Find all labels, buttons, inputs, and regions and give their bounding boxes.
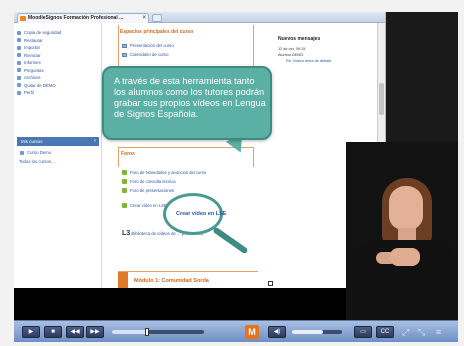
news-link: Re: Nuevo tema de debate xyxy=(286,59,332,63)
player-logo-icon: M xyxy=(245,325,259,339)
news-author: Alumno DEMO xyxy=(278,53,304,57)
module-header: Módulo 1: Comunidad Sorda xyxy=(118,271,258,288)
stop-button[interactable]: ■ xyxy=(44,326,62,338)
resource-icon xyxy=(122,52,127,57)
reset-icon xyxy=(17,53,21,58)
browser-tab-bar: MoodleSignos Formación Profesional ... × xyxy=(14,12,385,23)
nav-item: Perfil xyxy=(14,89,101,97)
magnified-link-label: Crear vídeo en LSE xyxy=(176,211,227,217)
all-courses-link: Todos los cursos ... xyxy=(19,159,56,164)
volume-slider[interactable] xyxy=(292,330,342,334)
nav-item: Preguntas xyxy=(14,67,101,75)
my-courses-header: Mis cursos ‹ xyxy=(17,137,99,146)
tab-close-icon: × xyxy=(142,15,146,21)
module-title: Módulo 1: Comunidad Sorda xyxy=(134,278,209,284)
nav-item: Quitar de DEMO xyxy=(14,82,101,90)
seek-thumb[interactable] xyxy=(144,328,149,336)
backup-icon xyxy=(17,30,21,35)
seek-progress xyxy=(112,330,147,334)
video-frame[interactable]: MoodleSignos Formación Profesional ... ×… xyxy=(14,12,458,320)
resource-link: Calendario de curso xyxy=(122,52,168,57)
nav-item: Copia de seguridad xyxy=(14,29,101,37)
course-demo-link: Curso Demo xyxy=(17,149,51,157)
callout-text: A través de esta herramienta tanto los a… xyxy=(114,76,266,119)
files-icon xyxy=(17,75,21,80)
recorded-browser-window: MoodleSignos Formación Profesional ... ×… xyxy=(14,12,386,288)
screen-mode-button[interactable]: ▭ xyxy=(354,326,372,338)
forum-icon xyxy=(122,188,127,194)
nav-item: Reiniciar xyxy=(14,52,101,60)
reports-icon xyxy=(17,60,21,65)
menu-icon[interactable]: ≡ xyxy=(436,327,441,337)
forum-link: Foro de presentaciones xyxy=(122,188,174,194)
forum-link: Crear vídeo en LSE xyxy=(122,203,167,209)
left-admin-block: Copia de seguridad Restaurar Importar Re… xyxy=(14,23,102,288)
news-title: Nuevos mensajes xyxy=(278,36,321,42)
volume-button[interactable]: ◀) xyxy=(268,326,286,338)
resource-link: Presentación del curso xyxy=(122,43,174,48)
moodle-favicon-icon xyxy=(20,16,26,21)
unenrol-icon xyxy=(17,83,21,88)
forum-link: Foro de consulta técnica xyxy=(122,179,176,185)
fast-forward-button[interactable]: ▶▶ xyxy=(86,326,104,338)
profile-icon xyxy=(17,90,21,95)
nav-item: Archivos xyxy=(14,74,101,82)
video-icon xyxy=(122,203,127,209)
video-player-page: MoodleSignos Formación Profesional ... ×… xyxy=(0,0,464,346)
closed-captions-button[interactable]: CC xyxy=(376,326,394,338)
restore-icon xyxy=(17,38,21,43)
rewind-button[interactable]: ◀◀ xyxy=(66,326,84,338)
browser-tab: MoodleSignos Formación Profesional ... × xyxy=(17,13,149,23)
forums-title: Foros xyxy=(121,151,135,157)
course-icon xyxy=(20,150,24,155)
questions-icon xyxy=(17,68,21,73)
new-tab-icon xyxy=(152,14,162,22)
interpreter-face xyxy=(389,186,423,230)
forum-icon xyxy=(122,170,127,176)
forum-icon xyxy=(122,179,127,185)
resource-icon xyxy=(122,43,127,48)
interpreter-hand xyxy=(390,248,420,266)
import-icon xyxy=(17,45,21,50)
player-control-bar: ▶ ■ ◀◀ ▶▶ M ◀) ▭ CC ⤢ ⤡ ≡ xyxy=(14,320,458,342)
tooltip-callout: A través de esta herramienta tanto los a… xyxy=(102,66,272,140)
sign-language-interpreter xyxy=(346,142,458,320)
play-button[interactable]: ▶ xyxy=(22,326,40,338)
seek-bar[interactable] xyxy=(112,328,204,336)
browser-scroll-thumb xyxy=(379,83,384,115)
collapse-caret-icon: ‹ xyxy=(94,138,96,144)
browser-tab-title: MoodleSignos Formación Profesional ... xyxy=(28,15,124,21)
section-title: Espacios principales del curso xyxy=(120,29,194,35)
forum-link: Foro de Novedades y anuncios del curso xyxy=(122,170,206,176)
nav-item: Restaurar xyxy=(14,37,101,45)
module-marker xyxy=(118,272,128,288)
volume-level xyxy=(292,330,323,334)
expand-icon[interactable]: ⤡ xyxy=(418,327,425,337)
fullscreen-icon[interactable]: ⤢ xyxy=(402,327,409,337)
nav-item: Informes xyxy=(14,59,101,67)
nav-item: Importar xyxy=(14,44,101,52)
news-date: 12 de oct, 09:15 xyxy=(278,47,306,51)
